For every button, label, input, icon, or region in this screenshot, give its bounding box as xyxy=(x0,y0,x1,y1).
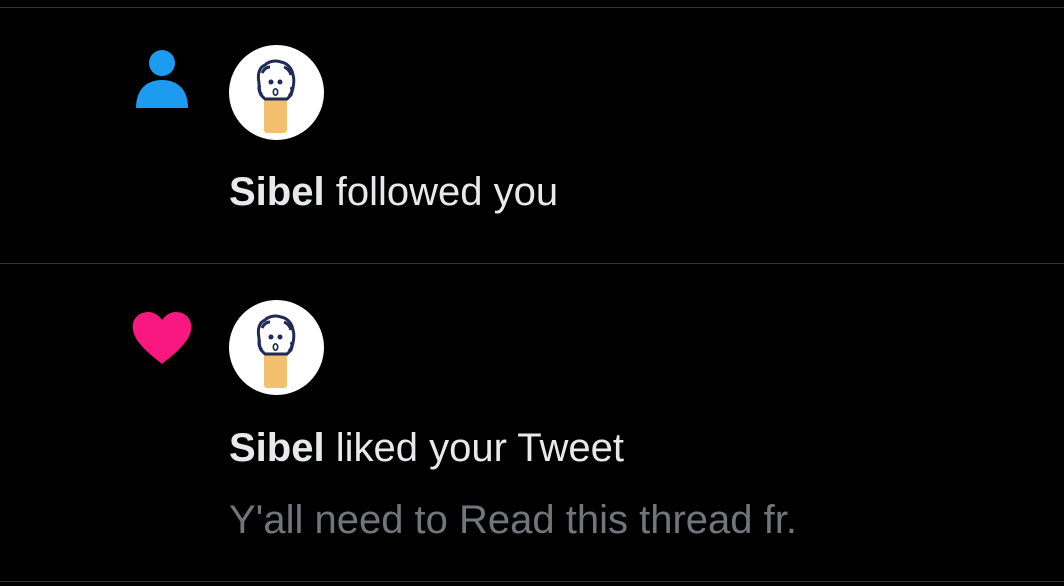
avatar[interactable] xyxy=(229,45,324,140)
tweet-preview[interactable]: Y'all need to Read this thread fr. xyxy=(229,496,797,544)
person-icon xyxy=(130,46,194,110)
notification-follow[interactable]: Sibel followed you xyxy=(0,8,1064,262)
notification-like[interactable]: Sibel liked your Tweet Y'all need to Rea… xyxy=(0,264,1064,580)
user-name-link[interactable]: Sibel xyxy=(229,426,325,470)
action-text: followed you xyxy=(335,170,559,214)
heart-icon xyxy=(130,306,194,370)
action-text: liked your Tweet xyxy=(335,426,625,470)
bottom-divider xyxy=(0,581,1064,582)
avatar[interactable] xyxy=(229,300,324,395)
notification-text: Sibel liked your Tweet xyxy=(229,424,624,472)
user-name-link[interactable]: Sibel xyxy=(229,170,325,214)
notification-text: Sibel followed you xyxy=(229,168,558,216)
